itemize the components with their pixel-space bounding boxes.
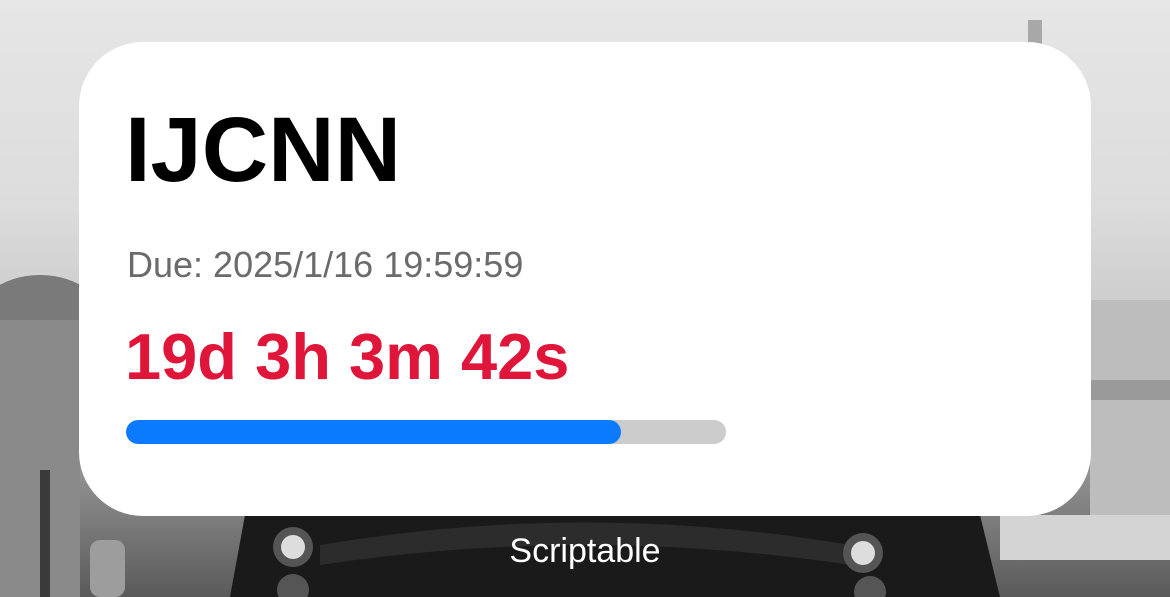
widget-title: IJCNN bbox=[125, 99, 402, 201]
widget-app-label: Scriptable bbox=[509, 532, 661, 570]
countdown-timer: 19d 3h 3m 42s bbox=[125, 320, 570, 393]
due-date-label: Due: 2025/1/16 19:59:59 bbox=[127, 244, 524, 285]
progress-bar-fill bbox=[126, 420, 621, 444]
countdown-widget[interactable]: IJCNN Due: 2025/1/16 19:59:59 19d 3h 3m … bbox=[79, 42, 1091, 516]
progress-bar bbox=[126, 420, 726, 444]
